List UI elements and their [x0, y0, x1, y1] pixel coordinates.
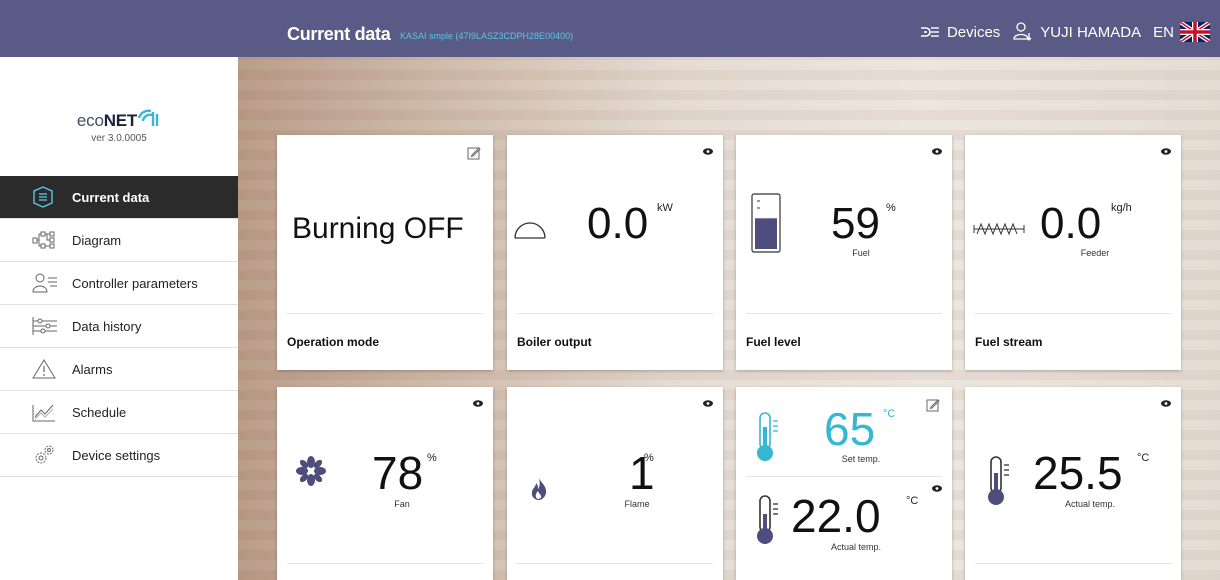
fuel-stream-unit: kg/h	[1111, 202, 1132, 214]
user-icon	[1013, 22, 1032, 41]
eye-icon[interactable]	[703, 400, 713, 407]
eye-icon[interactable]	[932, 148, 942, 155]
eye-icon[interactable]	[703, 148, 713, 155]
list-box-icon	[33, 186, 53, 208]
fuel-level-fill	[755, 218, 777, 249]
eye-icon[interactable]	[473, 400, 483, 407]
room-temperature-unit: °C	[1137, 452, 1150, 464]
sidebar-item-diagram[interactable]: Diagram	[0, 219, 238, 262]
fan-icon	[296, 456, 326, 486]
edit-icon[interactable]	[926, 398, 940, 412]
edit-icon[interactable]	[467, 146, 481, 160]
logo-wordmark: ecoNET	[0, 109, 238, 131]
gears-icon	[35, 445, 54, 464]
fan-caption: Fan	[394, 499, 410, 509]
sidebar-item-controller-parameters[interactable]: Controller parameters	[0, 262, 238, 305]
flame-unit: %	[644, 452, 654, 464]
fuel-stream-label: Fuel stream	[975, 335, 1043, 349]
user-params-icon	[32, 273, 57, 293]
fuel-tank-icon	[751, 193, 781, 253]
sidebar-item-label: Device settings	[72, 447, 161, 463]
boiler-temperature-card[interactable]: 65 °C Set temp. 22.0 °C Actual temp.	[736, 387, 952, 580]
eye-icon[interactable]	[932, 485, 942, 492]
sidebar-item-data-history[interactable]: Data history	[0, 305, 238, 348]
eye-icon[interactable]	[1161, 148, 1171, 155]
devices-button[interactable]: Devices	[919, 24, 1000, 41]
sidebar-item-label: Alarms	[72, 361, 113, 377]
set-temperature-value: 65	[824, 403, 876, 455]
user-name: YUJI HAMADA	[1040, 23, 1142, 41]
fuel-level-unit: %	[886, 202, 896, 214]
room-temperature-caption: Actual temp.	[1064, 499, 1116, 509]
page-title: Current data	[287, 24, 391, 44]
feeder-screw-icon	[973, 222, 1025, 236]
boiler-output-unit: kW	[657, 202, 673, 214]
user-menu[interactable]: YUJI HAMADA	[1012, 21, 1141, 43]
language-label: EN	[1153, 23, 1174, 41]
operation-mode-label: Operation mode	[287, 335, 380, 349]
flame-icon	[531, 478, 547, 500]
warning-icon	[32, 359, 56, 379]
gauge-icon	[514, 222, 546, 239]
thermometer-set-icon	[757, 412, 778, 461]
fan-value: 78	[372, 447, 424, 499]
fuel-level-caption: Fuel	[852, 248, 870, 258]
thermometer-actual-icon	[757, 495, 778, 544]
room-temperature-card[interactable]: 25.5 °C Actual temp.	[965, 387, 1181, 580]
boiler-output-card[interactable]: 0.0 kW Boiler output	[507, 135, 723, 370]
header-actions: Devices YUJI HAMADA EN	[919, 20, 1210, 44]
actual-temperature-unit: °C	[906, 495, 919, 507]
flame-card[interactable]: 1 % Flame	[507, 387, 723, 580]
sidebar-item-label: Controller parameters	[72, 275, 198, 291]
econet-logo: ecoNET ver 3.0.0005	[0, 109, 238, 144]
sidebar: ecoNET ver 3.0.0005 Current data Diagram…	[0, 57, 238, 580]
devices-icon	[920, 27, 939, 37]
sidebar-nav: Current data Diagram Controller paramete…	[0, 176, 238, 477]
actual-temperature-caption: Actual temp.	[830, 542, 882, 552]
top-bar: Current data KASAI smple (47I9LASZ3CDPH2…	[0, 0, 1220, 57]
set-temperature-unit: °C	[883, 408, 896, 420]
room-temperature-value: 25.5	[1033, 447, 1123, 499]
sidebar-item-label: Diagram	[72, 232, 122, 248]
sidebar-item-label: Schedule	[72, 404, 127, 420]
sidebar-item-label: Data history	[72, 318, 142, 334]
wifi-icon	[137, 109, 159, 126]
fuel-stream-caption: Feeder	[1080, 248, 1110, 258]
fan-unit: %	[427, 452, 437, 464]
fuel-stream-card[interactable]: 0.0 kg/h Feeder Fuel stream	[965, 135, 1181, 370]
sidebar-item-device-settings[interactable]: Device settings	[0, 434, 238, 477]
devices-label: Devices	[946, 23, 1001, 41]
fuel-stream-value: 0.0	[1040, 199, 1102, 248]
sidebar-item-label: Current data	[72, 189, 150, 205]
boiler-output-label: Boiler output	[517, 335, 592, 349]
language-selector[interactable]: EN	[1153, 22, 1210, 42]
history-sliders-icon	[32, 317, 57, 335]
fuel-level-card[interactable]: 59 % Fuel Fuel level	[736, 135, 952, 370]
thermometer-icon	[988, 456, 1009, 505]
device-subtitle: KASAI smple (47I9LASZ3CDPH28E00400)	[400, 31, 574, 41]
eye-icon[interactable]	[1161, 400, 1171, 407]
fan-card[interactable]: 78 % Fan	[277, 387, 493, 580]
sidebar-item-alarms[interactable]: Alarms	[0, 348, 238, 391]
sidebar-item-current-data[interactable]: Current data	[0, 176, 238, 219]
operation-mode-value: Burning OFF	[292, 212, 464, 245]
set-temperature-caption: Set temp.	[841, 454, 881, 464]
app-version: ver 3.0.0005	[91, 133, 147, 144]
diagram-icon	[32, 231, 55, 249]
fuel-level-label: Fuel level	[746, 335, 801, 349]
boiler-output-value: 0.0	[587, 199, 649, 248]
chart-line-icon	[32, 404, 55, 422]
sidebar-item-schedule[interactable]: Schedule	[0, 391, 238, 434]
uk-flag-icon	[1180, 22, 1210, 42]
operation-mode-card[interactable]: Burning OFF Operation mode	[277, 135, 493, 370]
fuel-level-value: 59	[831, 199, 880, 248]
actual-temperature-value: 22.0	[791, 490, 881, 542]
flame-caption: Flame	[624, 499, 650, 509]
